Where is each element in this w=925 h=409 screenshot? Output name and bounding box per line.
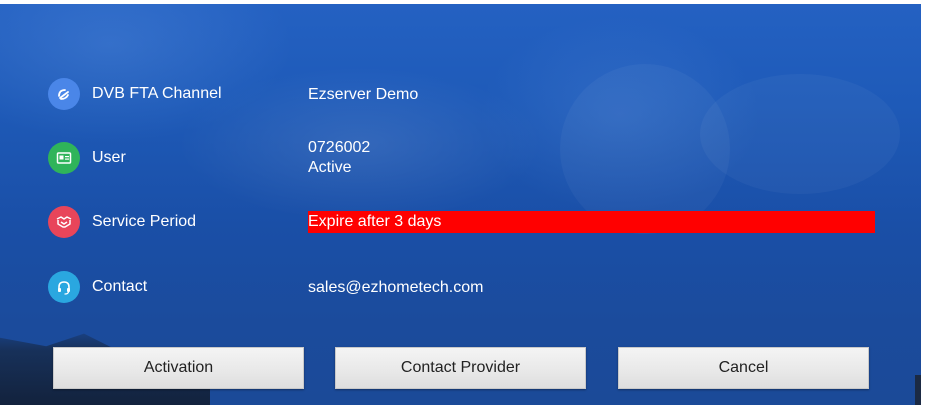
user-id: 0726002 — [308, 139, 371, 156]
service-period-row: Service Period Expire after 3 days — [48, 205, 878, 239]
channel-value: Ezserver Demo — [308, 86, 419, 103]
satellite-dish-icon — [48, 78, 80, 110]
user-label: User — [92, 149, 126, 166]
contact-label: Contact — [92, 278, 148, 295]
user-value: 0726002 Active — [308, 138, 370, 178]
user-status: Active — [308, 159, 352, 176]
handshake-icon — [48, 206, 80, 238]
id-card-icon — [48, 142, 80, 174]
background-building — [915, 375, 921, 405]
headset-icon — [48, 271, 80, 303]
channel-label: DVB FTA Channel — [92, 85, 222, 102]
user-row: User 0726002 Active — [48, 138, 878, 178]
account-info-screen: DVB FTA Channel Ezserver Demo User 07260… — [0, 4, 921, 405]
contact-provider-button[interactable]: Contact Provider — [335, 347, 586, 389]
cancel-button[interactable]: Cancel — [618, 347, 869, 389]
contact-row: Contact sales@ezhometech.com — [48, 270, 878, 304]
activation-button[interactable]: Activation — [53, 347, 304, 389]
service-period-value: Expire after 3 days — [308, 211, 875, 233]
channel-row: DVB FTA Channel Ezserver Demo — [48, 77, 878, 111]
contact-value: sales@ezhometech.com — [308, 279, 484, 296]
service-period-label: Service Period — [92, 213, 197, 230]
